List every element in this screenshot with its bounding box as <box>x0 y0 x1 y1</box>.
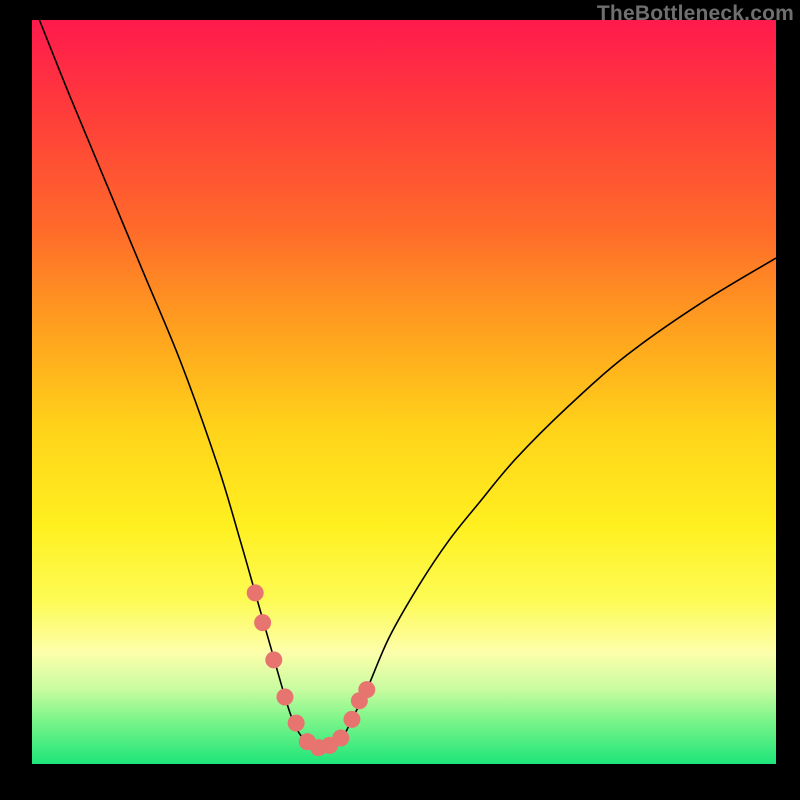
highlight-dot <box>332 729 349 746</box>
highlight-dot <box>276 689 293 706</box>
highlight-dots <box>247 584 376 756</box>
bottleneck-curve <box>39 20 776 750</box>
highlight-dot <box>254 614 271 631</box>
curve-layer <box>32 20 776 764</box>
highlight-dot <box>358 681 375 698</box>
highlight-dot <box>265 651 282 668</box>
highlight-dot <box>288 715 305 732</box>
highlight-dot <box>247 584 264 601</box>
highlight-dot <box>343 711 360 728</box>
chart-frame: TheBottleneck.com <box>0 0 800 800</box>
